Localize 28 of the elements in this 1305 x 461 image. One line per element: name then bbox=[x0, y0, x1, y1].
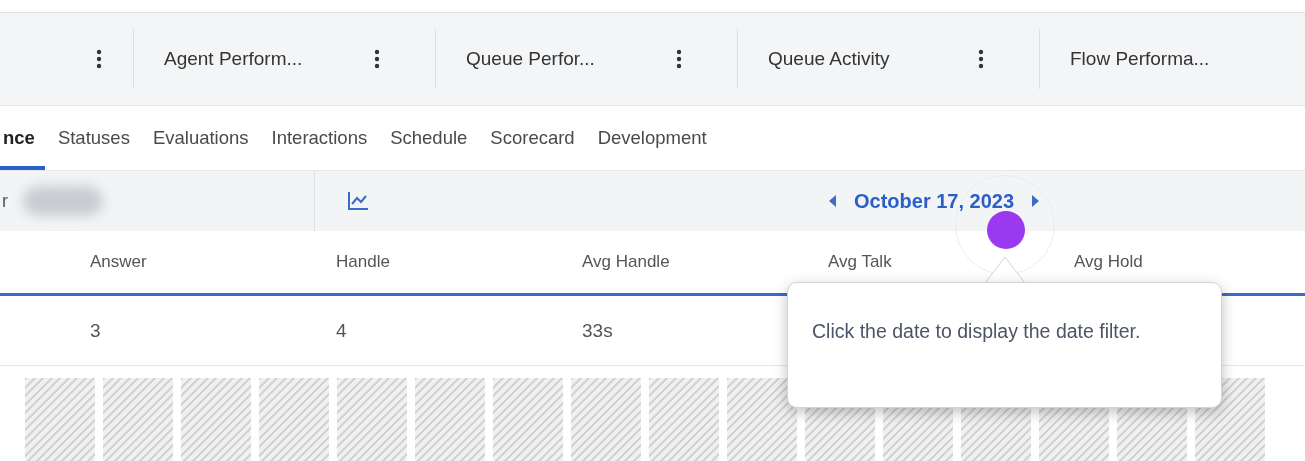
more-icon[interactable] bbox=[374, 49, 380, 69]
column-header: Avg Handle bbox=[582, 252, 670, 272]
line-chart-icon[interactable] bbox=[347, 191, 369, 211]
view-tab[interactable]: Schedule bbox=[380, 106, 478, 170]
table-cell: 33s bbox=[582, 319, 613, 342]
tooltip-text: Click the date to display the date filter. bbox=[812, 319, 1142, 344]
table-cell: 4 bbox=[336, 319, 347, 342]
column-header: Avg Talk bbox=[828, 252, 892, 272]
dashboard-tab[interactable]: Queue Activity bbox=[768, 48, 974, 70]
view-tab[interactable]: Scorecard bbox=[480, 106, 585, 170]
column-header: Answer bbox=[90, 252, 147, 272]
filter-label: r bbox=[2, 190, 8, 212]
column-header: Avg Hold bbox=[1074, 252, 1143, 272]
more-icon[interactable] bbox=[676, 49, 682, 69]
dashboard-tab[interactable]: Queue Perfor... bbox=[466, 48, 672, 70]
view-tab[interactable]: Statuses bbox=[47, 106, 140, 170]
next-icon[interactable] bbox=[1032, 195, 1040, 207]
more-icon[interactable] bbox=[96, 49, 102, 69]
dashboard-tab[interactable]: Flow Performa... bbox=[1070, 48, 1276, 70]
date-link[interactable]: October 17, 2023 bbox=[854, 189, 1015, 213]
column-header: Handle bbox=[336, 252, 390, 272]
dashboard-tab[interactable]: Agent Perform... bbox=[164, 48, 370, 70]
view-tab[interactable]: Interactions bbox=[261, 106, 378, 170]
more-icon[interactable] bbox=[978, 49, 984, 69]
view-tab[interactable]: Development bbox=[587, 106, 717, 170]
table-cell: 3 bbox=[90, 319, 101, 342]
view-tab[interactable]: Evaluations bbox=[142, 106, 259, 170]
previous-icon[interactable] bbox=[829, 195, 836, 207]
